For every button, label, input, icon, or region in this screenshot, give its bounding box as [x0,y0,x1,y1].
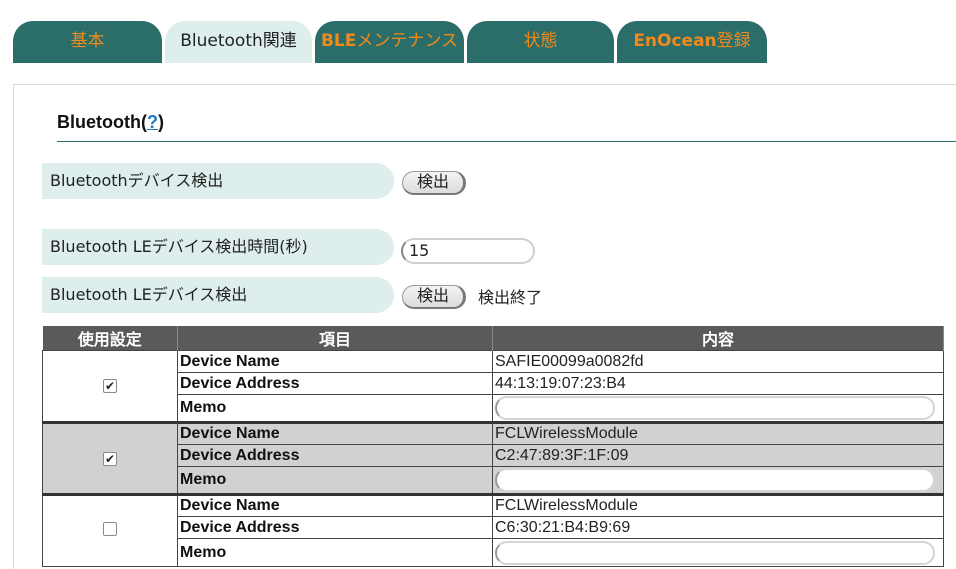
header-content: 内容 [492,326,944,351]
table-row: ✔ Device Name FCLWirelessModule [42,421,944,495]
tab-enocean-label-rest: 登録 [716,31,751,51]
device-name-value: FCLWirelessModule [492,493,944,517]
ble-detect-status: 検出終了 [478,288,543,307]
device-name-key: Device Name [177,493,493,517]
table-row: Memo [43,538,944,567]
device-address-key: Device Address [177,372,493,395]
ble-time-label: Bluetooth LEデバイス検出時間(秒) [42,229,394,265]
tab-basic-label: 基本 [70,31,105,51]
tab-status[interactable]: 状態 [467,21,614,63]
device-address-value: 44:13:19:07:23:B4 [492,372,944,395]
tab-enocean-label-bold: EnOcean [633,31,717,51]
tab-enocean-register[interactable]: EnOcean登録 [617,21,767,63]
device-address-value: C2:47:89:3F:1F:09 [492,444,944,467]
bluetooth-panel: Bluetooth(?) Bluetoothデバイス検出 検出 Bluetoot… [13,84,956,569]
tab-ble-maintenance[interactable]: BLEメンテナンス [315,21,464,63]
device-name-value: SAFIE00099a0082fd [492,350,944,373]
memo-cell [492,466,944,495]
ble-time-input[interactable]: 15 [401,238,535,264]
tab-ble-maintenance-label-rest: メンテナンス [356,31,459,51]
section-title: Bluetooth(?) [57,112,164,133]
tab-bluetooth-label: Bluetooth関連 [180,31,297,51]
device-address-value: C6:30:21:B4:B9:69 [492,516,944,539]
tab-status-label: 状態 [523,31,558,51]
section-title-text: Bluetooth( [57,112,147,132]
device-group: ✔ Device Name SAFIE00099a0082fd Device A… [42,350,944,423]
header-use-setting: 使用設定 [42,326,178,351]
header-item: 項目 [177,326,493,351]
table-row: Device Name FCLWirelessModule [42,493,944,567]
table-row: Memo [43,466,944,495]
help-link[interactable]: ? [147,112,158,132]
device-address-key: Device Address [177,444,493,467]
ble-detect-label: Bluetooth LEデバイス検出 [42,277,394,313]
use-checkbox[interactable] [103,521,117,536]
device-address-key: Device Address [177,516,493,539]
table-row: Device Address C6:30:21:B4:B9:69 [43,516,944,539]
use-setting-cell [42,493,178,567]
memo-key: Memo [177,394,493,423]
table-header-row: 使用設定 項目 内容 [42,326,944,351]
device-group: Device Name FCLWirelessModule Device Add… [42,493,944,567]
memo-key: Memo [177,538,493,567]
device-table: 使用設定 項目 内容 ✔ Device Name SAFIE00099a0082… [42,326,944,567]
memo-input[interactable] [495,540,935,565]
device-name-value: FCLWirelessModule [492,421,944,445]
tab-ble-maintenance-label-bold: BLE [320,31,357,51]
use-checkbox[interactable]: ✔ [103,379,117,393]
tab-basic[interactable]: 基本 [13,21,162,63]
memo-key: Memo [177,466,493,495]
memo-input[interactable] [495,396,935,420]
bt-detect-button[interactable]: 検出 [402,171,467,195]
bt-detect-label: Bluetoothデバイス検出 [42,163,394,199]
table-row: ✔ Device Name SAFIE00099a0082fd [42,350,944,423]
device-name-key: Device Name [177,421,493,445]
device-name-key: Device Name [177,350,493,373]
memo-cell [492,394,944,423]
ble-detect-button[interactable]: 検出 [402,285,467,309]
tab-bluetooth[interactable]: Bluetooth関連 [165,21,312,63]
use-setting-cell: ✔ [42,350,178,423]
use-setting-cell: ✔ [42,421,178,495]
memo-input[interactable] [495,468,935,492]
section-divider [57,141,956,142]
memo-cell [492,538,944,567]
section-title-end: ) [157,112,164,132]
table-row: Device Address C2:47:89:3F:1F:09 [43,444,944,467]
use-checkbox[interactable]: ✔ [103,451,117,466]
table-row: Device Address 44:13:19:07:23:B4 [43,372,944,395]
table-row: Memo [43,394,944,423]
device-group: ✔ Device Name FCLWirelessModule Device A… [42,421,944,495]
